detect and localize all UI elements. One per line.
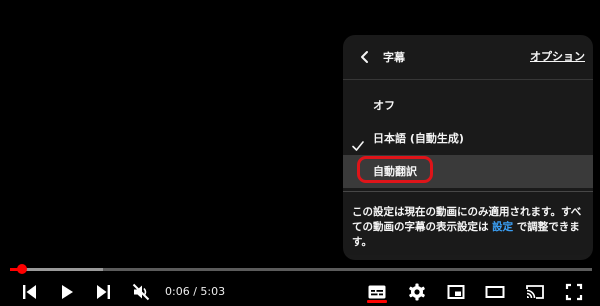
divider	[343, 191, 593, 192]
cast-icon	[525, 282, 545, 302]
subtitles-icon	[367, 282, 387, 302]
menu-item-japanese-auto[interactable]: 日本語 (自動生成)	[343, 122, 593, 155]
subtitle-track-menu: オフ 日本語 (自動生成) 自動翻訳	[343, 89, 593, 188]
theater-mode-button[interactable]	[485, 282, 505, 302]
checkmark-icon	[352, 132, 364, 151]
options-link[interactable]: オプション	[530, 48, 585, 64]
gear-icon	[407, 282, 427, 302]
subtitles-settings-panel: 字幕 オプション オフ 日本語 (自動生成) 自動翻訳 この設定は現在の動画にの…	[343, 35, 593, 260]
panel-title: 字幕	[383, 51, 405, 64]
menu-item-off[interactable]: オフ	[343, 89, 593, 122]
menu-item-label: 日本語 (自動生成)	[373, 132, 464, 145]
theater-mode-icon	[485, 282, 505, 302]
annotation-highlight-ring	[357, 156, 433, 183]
miniplayer-icon	[446, 282, 466, 302]
skip-previous-button[interactable]	[20, 282, 40, 302]
settings-button[interactable]	[407, 282, 427, 302]
skip-previous-icon	[20, 282, 40, 302]
current-time: 0:06	[165, 285, 190, 298]
play-button[interactable]	[57, 282, 77, 302]
progress-scrubber[interactable]	[16, 264, 27, 274]
video-player[interactable]: 字幕 オプション オフ 日本語 (自動生成) 自動翻訳 この設定は現在の動画にの…	[0, 0, 600, 306]
volume-muted-icon	[131, 282, 151, 302]
settings-link[interactable]: 設定	[492, 221, 513, 233]
menu-item-auto-translate[interactable]: 自動翻訳	[343, 155, 593, 188]
time-separator: /	[189, 285, 201, 298]
panel-header: 字幕 オプション	[343, 35, 593, 80]
cast-button[interactable]	[525, 282, 545, 302]
subtitles-button[interactable]	[367, 282, 387, 302]
fullscreen-icon	[564, 282, 584, 302]
chevron-left-icon[interactable]	[358, 49, 372, 65]
time-display: 0:06 / 5:03	[165, 285, 225, 298]
panel-note: この設定は現在の動画にのみ適用されます。すべての動画の字幕の表示設定は 設定 で…	[352, 205, 588, 250]
mute-button[interactable]	[131, 282, 151, 302]
skip-next-icon	[93, 282, 113, 302]
skip-next-button[interactable]	[93, 282, 113, 302]
duration: 5:03	[200, 285, 226, 298]
miniplayer-button[interactable]	[446, 282, 466, 302]
play-icon	[57, 282, 77, 302]
fullscreen-button[interactable]	[564, 282, 584, 302]
menu-item-label: オフ	[373, 99, 395, 112]
subtitles-active-indicator	[367, 300, 387, 303]
